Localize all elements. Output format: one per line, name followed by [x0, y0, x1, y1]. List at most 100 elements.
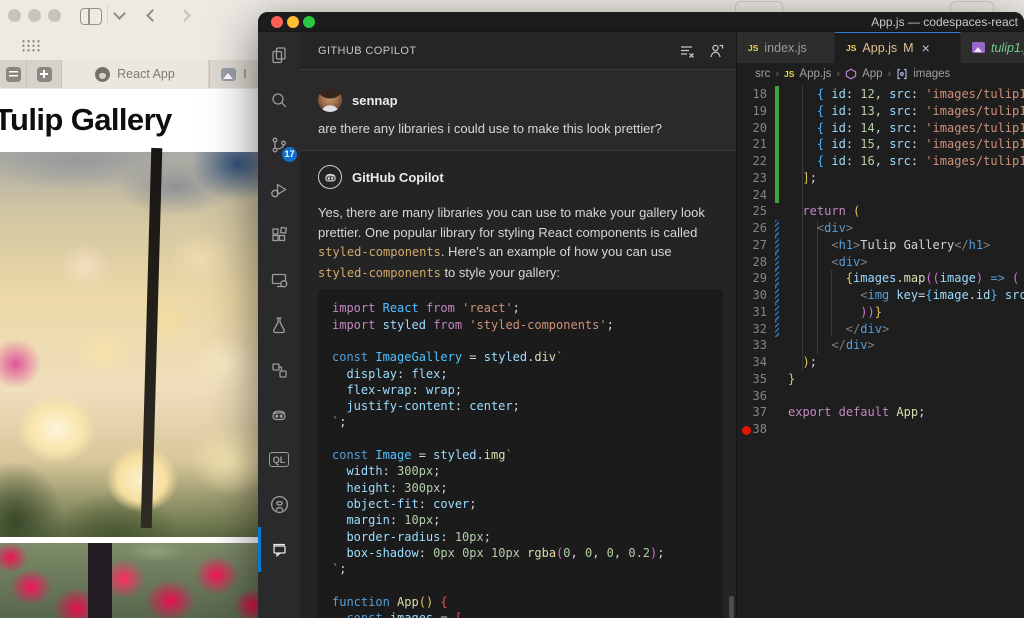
editor-line: 28 <div> — [737, 254, 1024, 271]
user-name: sennap — [352, 93, 398, 108]
page-title: Tulip Gallery — [0, 102, 172, 138]
vscode-close-button[interactable] — [271, 16, 283, 28]
browser-close-button[interactable] — [8, 9, 21, 22]
explorer-icon[interactable] — [258, 32, 300, 77]
tulip-photo-yellow — [0, 152, 258, 537]
code-line — [332, 333, 709, 349]
source-control-icon[interactable]: 17 — [258, 122, 300, 167]
active-item-indicator — [258, 527, 261, 572]
js-file-icon: JS — [748, 43, 758, 53]
vscode-zoom-button[interactable] — [303, 16, 315, 28]
copilot-chat-panel: GITHUB COPILOT sennap — [300, 32, 737, 618]
sidebar-toggle-icon[interactable] — [80, 8, 102, 25]
testing-icon[interactable] — [258, 302, 300, 347]
chat-code-block[interactable]: import React from 'react';import styled … — [318, 289, 723, 618]
code-line: `; — [332, 414, 709, 430]
chat-copilot-response: GitHub Copilot Yes, there are many libra… — [300, 151, 736, 618]
editor-line: 18 { id: 12, src: 'images/tulip12 — [737, 86, 1024, 103]
breadcrumb[interactable]: src › JS App.js › App › images — [737, 63, 1024, 84]
editor-line: 37export default App; — [737, 404, 1024, 421]
editor-code-area[interactable]: 18 { id: 12, src: 'images/tulip1219 { id… — [737, 86, 1024, 618]
reader-favicon-icon — [6, 67, 21, 82]
search-icon[interactable] — [258, 77, 300, 122]
vscode-titlebar[interactable]: App.js — codespaces-react — [258, 12, 1024, 32]
tulip-photo-red — [0, 543, 258, 618]
report-person-icon[interactable] — [708, 43, 724, 64]
editor-line: 34 ); — [737, 354, 1024, 371]
tab-label: tulip1.j — [991, 41, 1024, 55]
pinned-tab-1[interactable] — [0, 60, 27, 88]
browser-tab-label: React App — [117, 67, 175, 81]
symbol-class-icon — [845, 68, 857, 80]
breadcrumb-item[interactable]: App.js — [799, 68, 831, 80]
run-debug-icon[interactable] — [258, 167, 300, 212]
copilot-name: GitHub Copilot — [352, 170, 444, 185]
editor-line: 33 </div> — [737, 337, 1024, 354]
activity-bar: 17 — [258, 32, 300, 618]
pinned-tab-2[interactable] — [27, 60, 62, 88]
code-line: import React from 'react'; — [332, 300, 709, 316]
editor-line: 31 ))} — [737, 304, 1024, 321]
browser-tab-image[interactable]: I — [209, 60, 258, 88]
codeql-label: QL — [269, 452, 289, 467]
chat-scrollbar-thumb[interactable] — [729, 596, 734, 618]
browser-tab-react-app[interactable]: React App — [62, 60, 208, 88]
image-file-icon — [972, 42, 985, 53]
browser-page-content: Tulip Gallery — [0, 89, 258, 618]
tab-app-js[interactable]: JS App.js M × — [835, 32, 961, 63]
breadcrumb-item[interactable]: App — [862, 68, 882, 80]
copilot-chat-icon[interactable] — [258, 527, 300, 572]
vscode-minimize-button[interactable] — [287, 16, 299, 28]
github-icon[interactable] — [258, 482, 300, 527]
tab-index-js[interactable]: JS index.js — [737, 32, 835, 63]
browser-zoom-button[interactable] — [48, 9, 61, 22]
copilot-avatar-icon — [318, 165, 342, 189]
tab-tulip1[interactable]: tulip1.j — [961, 32, 1024, 63]
breakpoint-icon[interactable] — [742, 426, 751, 435]
references-icon[interactable] — [258, 347, 300, 392]
code-line — [332, 577, 709, 593]
window-title: App.js — codespaces-react — [871, 12, 1018, 32]
remote-explorer-icon[interactable] — [258, 257, 300, 302]
breadcrumb-item[interactable]: images — [913, 68, 950, 80]
tab-overview-grid-icon[interactable] — [21, 39, 40, 52]
code-line: height: 300px; — [332, 480, 709, 496]
code-line — [332, 431, 709, 447]
user-message: are there any libraries i could use to m… — [318, 121, 718, 136]
chevron-down-icon[interactable] — [113, 7, 126, 20]
github-favicon-icon — [95, 67, 110, 82]
browser-tab-label: I — [243, 67, 246, 81]
browser-minimize-button[interactable] — [28, 9, 41, 22]
tab-label: App.js — [862, 41, 897, 55]
breadcrumb-separator: › — [888, 68, 892, 80]
editor-line: 23 ]; — [737, 170, 1024, 187]
breadcrumb-separator: › — [775, 68, 779, 80]
clear-chat-icon[interactable] — [679, 43, 695, 64]
inline-code: styled-components — [318, 266, 441, 280]
copilot-icon[interactable] — [258, 392, 300, 437]
back-icon[interactable] — [146, 9, 159, 22]
code-line: box-shadow: 0px 0px 10px rgba(0, 0, 0, 0… — [332, 545, 709, 561]
screen: React App I Tulip Gallery App.js — codes… — [0, 0, 1024, 618]
forward-icon[interactable] — [178, 9, 191, 22]
editor-line: 32 </div> — [737, 321, 1024, 338]
code-line: object-fit: cover; — [332, 496, 709, 512]
editor-line: 26 <div> — [737, 220, 1024, 237]
code-line: `; — [332, 561, 709, 577]
code-line: margin: 10px; — [332, 512, 709, 528]
close-icon[interactable]: × — [922, 40, 930, 56]
plus-favicon-icon — [37, 67, 52, 82]
chat-user-request: sennap are there any libraries i could u… — [300, 70, 736, 151]
code-line: const images = [ — [332, 610, 709, 618]
editor-line: 25 return ( — [737, 203, 1024, 220]
editor-line: 30 <img key={image.id} src= — [737, 287, 1024, 304]
code-line: const Image = styled.img` — [332, 447, 709, 463]
breadcrumb-item[interactable]: src — [755, 68, 770, 80]
codeql-icon[interactable]: QL — [258, 437, 300, 482]
code-line: justify-content: center; — [332, 398, 709, 414]
toolbar-divider — [107, 5, 108, 25]
chat-panel-header: GITHUB COPILOT — [300, 32, 736, 70]
editor-line: 38 — [737, 421, 1024, 438]
extensions-icon[interactable] — [258, 212, 300, 257]
editor-line: 20 { id: 14, src: 'images/tulip14 — [737, 120, 1024, 137]
